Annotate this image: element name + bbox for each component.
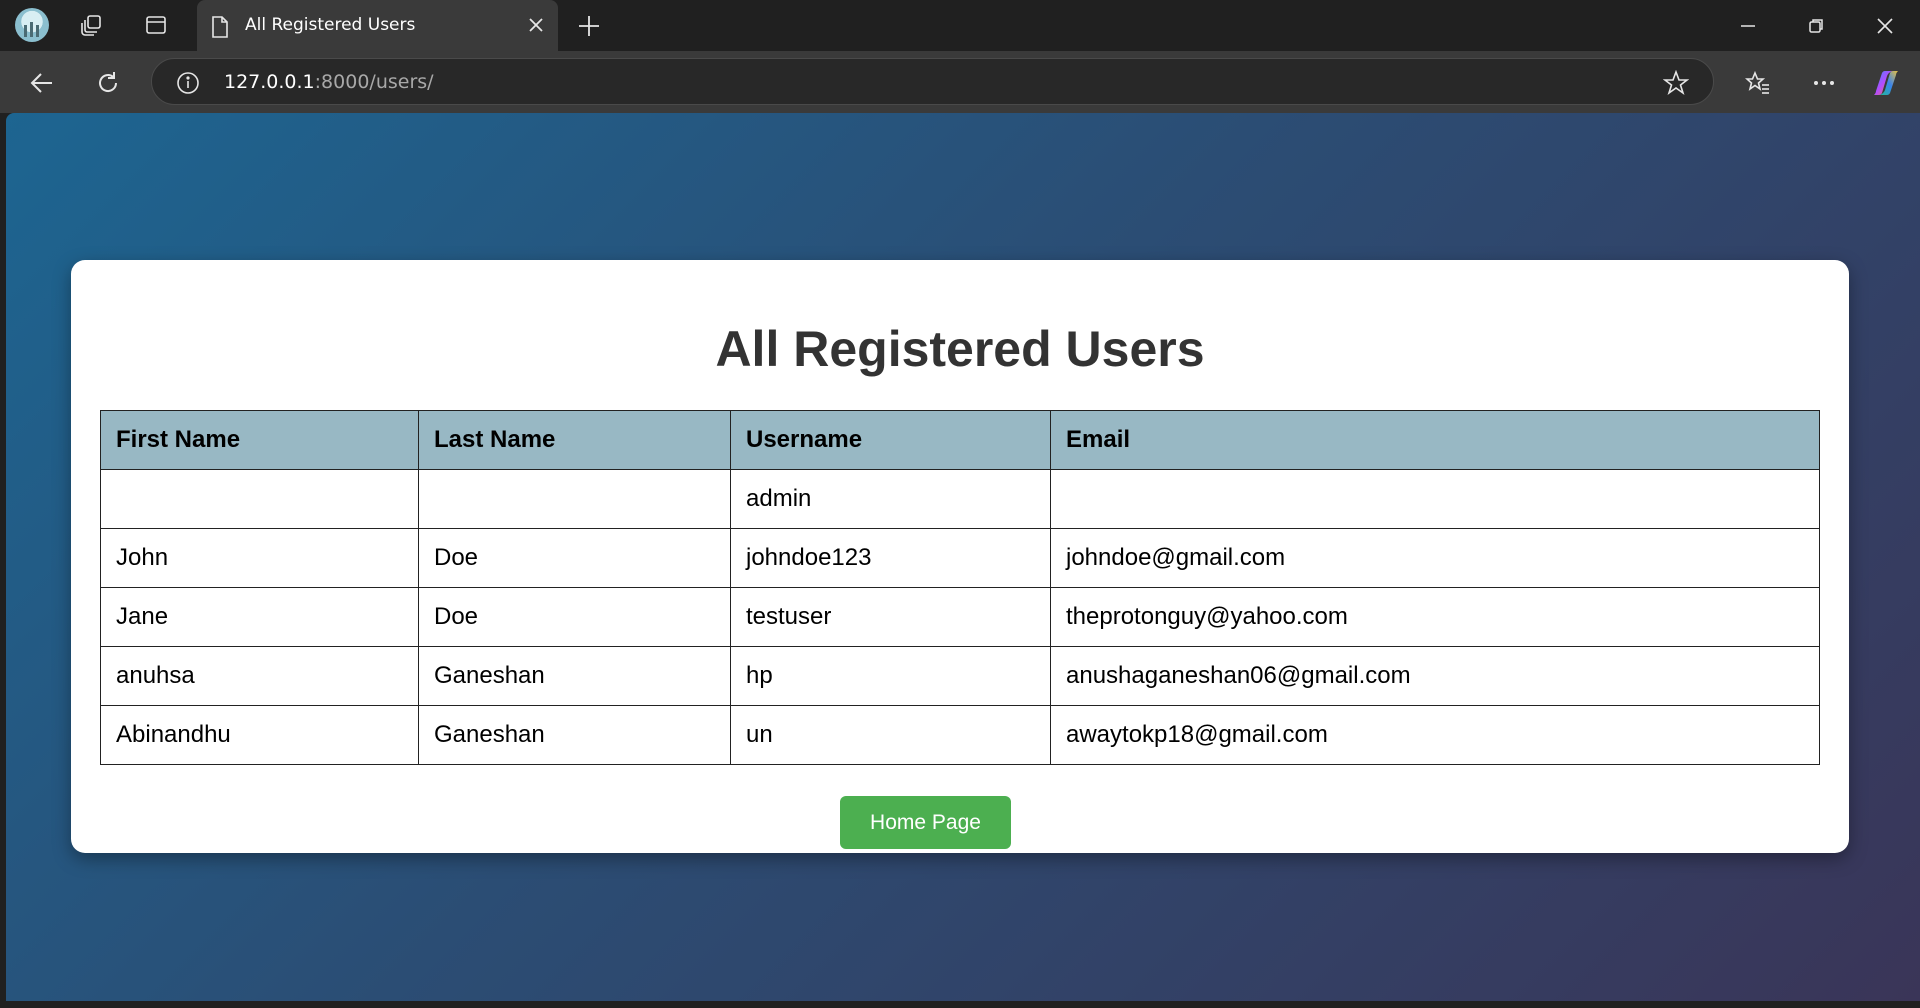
table-row: anuhsa Ganeshan hp anushaganeshan06@gmai…	[100, 646, 1820, 706]
minimize-icon[interactable]	[1725, 10, 1771, 42]
cell-username: johndoe123	[730, 528, 1051, 588]
cell-email: awaytokp18@gmail.com	[1050, 705, 1820, 765]
workspaces-icon[interactable]	[76, 9, 108, 41]
tab-title: All Registered Users	[245, 15, 416, 35]
cell-first-name: John	[100, 528, 419, 588]
table-header-row: First Name Last Name Username Email	[100, 410, 1820, 470]
new-tab-icon[interactable]	[573, 10, 605, 42]
table-row: Jane Doe testuser theprotonguy@yahoo.com	[100, 587, 1820, 647]
copilot-icon[interactable]	[1869, 66, 1903, 100]
column-header-username: Username	[730, 410, 1051, 470]
column-header-last-name: Last Name	[418, 410, 731, 470]
site-info-icon[interactable]	[176, 71, 200, 100]
browser-toolbar: 127.0.0.1:8000/users/	[0, 51, 1920, 113]
address-bar[interactable]: 127.0.0.1:8000/users/	[151, 58, 1714, 105]
cell-username: testuser	[730, 587, 1051, 647]
cell-username: admin	[730, 469, 1051, 529]
cell-email: johndoe@gmail.com	[1050, 528, 1820, 588]
users-card: All Registered Users First Name Last Nam…	[71, 260, 1849, 853]
table-row: Abinandhu Ganeshan un awaytokp18@gmail.c…	[100, 705, 1820, 765]
column-header-email: Email	[1050, 410, 1820, 470]
users-table: First Name Last Name Username Email admi…	[100, 410, 1820, 765]
favorites-icon[interactable]	[1741, 66, 1775, 100]
page-title: All Registered Users	[715, 321, 1205, 377]
active-tab[interactable]: All Registered Users	[197, 0, 558, 51]
cell-username: un	[730, 705, 1051, 765]
table-row: John Doe johndoe123 johndoe@gmail.com	[100, 528, 1820, 588]
vertical-tabs-icon[interactable]	[140, 9, 172, 41]
profile-avatar-icon[interactable]	[15, 8, 49, 42]
page-viewport: All Registered Users First Name Last Nam…	[6, 113, 1920, 1001]
cell-first-name: Jane	[100, 587, 419, 647]
page-document-icon	[211, 16, 229, 43]
restore-icon[interactable]	[1793, 10, 1839, 42]
cell-username: hp	[730, 646, 1051, 706]
url-path: :8000/users/	[314, 71, 434, 93]
cell-last-name: Doe	[418, 587, 731, 647]
refresh-icon[interactable]	[91, 66, 125, 100]
close-tab-icon[interactable]	[528, 17, 544, 38]
cell-email: theprotonguy@yahoo.com	[1050, 587, 1820, 647]
back-arrow-icon[interactable]	[25, 66, 59, 100]
home-page-button[interactable]: Home Page	[840, 796, 1011, 849]
cell-email: anushaganeshan06@gmail.com	[1050, 646, 1820, 706]
url-host: 127.0.0.1	[224, 71, 315, 93]
cell-last-name: Ganeshan	[418, 705, 731, 765]
url-text[interactable]: 127.0.0.1:8000/users/	[224, 71, 434, 93]
more-options-icon[interactable]	[1807, 66, 1841, 100]
cell-last-name	[418, 469, 731, 529]
cell-first-name: Abinandhu	[100, 705, 419, 765]
cell-last-name: Doe	[418, 528, 731, 588]
favorite-star-icon[interactable]	[1662, 69, 1690, 101]
cell-last-name: Ganeshan	[418, 646, 731, 706]
window-bottom-border	[0, 1001, 1920, 1008]
close-window-icon[interactable]	[1862, 10, 1908, 42]
table-row: admin	[100, 469, 1820, 529]
cell-email	[1050, 469, 1820, 529]
cell-first-name	[100, 469, 419, 529]
column-header-first-name: First Name	[100, 410, 419, 470]
tab-strip: All Registered Users	[0, 0, 1920, 51]
cell-first-name: anuhsa	[100, 646, 419, 706]
